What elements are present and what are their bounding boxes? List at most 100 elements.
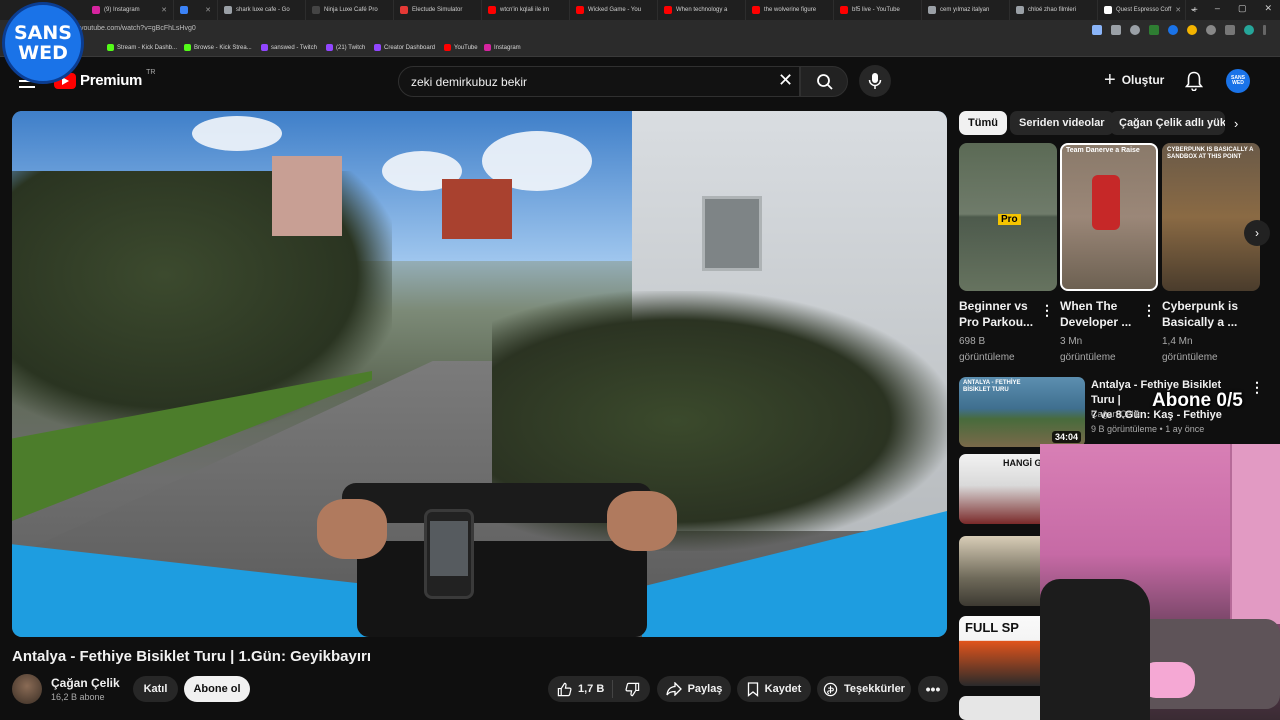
close-icon[interactable]: ✕	[205, 6, 211, 14]
video-cloud	[192, 116, 282, 151]
tab-label: the wolverine figure	[764, 7, 817, 13]
browser-tab-bar: (9) Instagram ✕ ✕ shark luxe cafe - Go Ni…	[0, 0, 1280, 20]
browser-tab[interactable]: shark luxe cafe - Go	[218, 0, 306, 20]
bookmark-item[interactable]: sanswed - Twitch	[261, 44, 317, 51]
bookmarks-bar: Stream - Kick Dashb... Browse - Kick Str…	[0, 42, 1280, 57]
browser-tab[interactable]: wtcn'in kqlali ile im	[482, 0, 570, 20]
views-label: görüntüleme	[959, 352, 1015, 363]
short-thumbnail[interactable]: CYBERPUNK IS BASICALLY A SANDBOX AT THIS…	[1162, 143, 1260, 291]
bookmark-item[interactable]: Creator Dashboard	[374, 44, 435, 51]
thumbs-down-icon	[625, 682, 640, 696]
cast-icon[interactable]	[1111, 25, 1121, 35]
bookmark-item[interactable]: Browse - Kick Strea...	[184, 44, 252, 51]
short-title[interactable]: Cyberpunk is Basically a ...	[1162, 298, 1252, 330]
bookmark-item[interactable]: Stream - Kick Dashb...	[107, 44, 177, 51]
more-vertical-icon[interactable]: ⋮	[1142, 302, 1156, 319]
bookmark-item[interactable]: Instagram	[484, 44, 521, 51]
video-player[interactable]	[12, 111, 947, 637]
tab-favicon-icon	[180, 6, 188, 14]
video-duration: 34:04	[1051, 431, 1081, 443]
short-thumbnail[interactable]: Team Danerve a Raise	[1060, 143, 1158, 291]
bookmark-item[interactable]: (21) Twitch	[326, 44, 365, 51]
browser-tab[interactable]: bf5 live - YouTube	[834, 0, 922, 20]
browser-tab[interactable]: cem yılmaz italyan	[922, 0, 1010, 20]
tab-favicon-icon	[312, 6, 320, 14]
like-button[interactable]: 1,7 B	[548, 680, 613, 698]
title-line: Pro Parkou...	[959, 315, 1034, 329]
voice-search-button[interactable]	[859, 65, 891, 97]
more-vertical-icon[interactable]: ⋮	[1040, 302, 1054, 319]
chip-channel-uploads[interactable]: Çağan Çelik adlı yükle	[1110, 111, 1225, 135]
browser-tab[interactable]: Ninja Luxe Café Pro	[306, 0, 394, 20]
short-thumbnail[interactable]: Pro	[959, 143, 1057, 291]
thumbnail-label: CYBERPUNK IS BASICALLY A SANDBOX AT THIS…	[1167, 147, 1254, 160]
account-avatar[interactable]: SANS WED	[1226, 69, 1250, 93]
instagram-icon	[484, 44, 491, 51]
twitch-icon	[374, 44, 381, 51]
tab-label: wtcn'in kqlali ile im	[500, 7, 550, 13]
save-button[interactable]: Kaydet	[737, 676, 811, 702]
tab-label: Wicked Game - You	[588, 7, 642, 13]
extension-icons	[1092, 25, 1266, 35]
bookmark-item[interactable]: YouTube	[444, 44, 478, 51]
extension-green-icon[interactable]	[1149, 25, 1159, 35]
menu-dots-icon[interactable]	[1263, 25, 1266, 35]
search-input[interactable]: zeki demirkubuz bekir	[398, 66, 800, 97]
clear-search-icon[interactable]: ✕	[778, 71, 793, 89]
chip-series[interactable]: Seriden videolar	[1010, 111, 1114, 135]
browser-tab[interactable]: Quest Espresso Coff ✕	[1098, 0, 1186, 20]
browser-tab[interactable]: chloé zhao filmleri	[1010, 0, 1098, 20]
video-thumbnail[interactable]: ANTALYA - FETHİYE BİSİKLET TURU 34:04	[959, 377, 1085, 447]
browser-tab[interactable]: When technology a	[658, 0, 746, 20]
google-icon[interactable]	[1092, 25, 1102, 35]
chevron-down-icon[interactable]: ⌄	[1189, 3, 1197, 14]
browser-tab[interactable]: (9) Instagram ✕	[86, 0, 174, 20]
recommended-channel[interactable]: Çağan Çelik	[1091, 409, 1140, 419]
star-icon[interactable]	[1130, 25, 1140, 35]
extension-teal-icon[interactable]	[1244, 25, 1254, 35]
thumbs-up-icon	[557, 682, 572, 696]
more-vertical-icon[interactable]: ⋮	[1250, 379, 1264, 396]
short-title[interactable]: Beginner vs Pro Parkou...	[959, 298, 1049, 330]
browser-tab[interactable]: the wolverine figure	[746, 0, 834, 20]
extension-yellow-icon[interactable]	[1187, 25, 1197, 35]
tab-favicon-icon	[752, 6, 760, 14]
share-button[interactable]: Paylaş	[657, 676, 731, 702]
puzzle-icon[interactable]	[1225, 25, 1235, 35]
tab-favicon-icon	[1104, 6, 1112, 14]
search-icon	[817, 74, 833, 90]
close-icon[interactable]: ✕	[1175, 6, 1181, 14]
more-actions-button[interactable]: •••	[918, 676, 948, 702]
youtube-premium-logo[interactable]: Premium TR	[54, 69, 155, 89]
join-button[interactable]: Katıl	[133, 676, 178, 702]
maximize-icon[interactable]: ▢	[1238, 3, 1247, 14]
close-icon[interactable]: ✕	[161, 6, 167, 14]
video-handlebar	[342, 483, 652, 523]
extension-gray-icon[interactable]	[1206, 25, 1216, 35]
browser-tab[interactable]: Wicked Game - You	[570, 0, 658, 20]
notifications-button[interactable]	[1184, 71, 1204, 96]
browser-tab[interactable]: ✕	[174, 0, 218, 20]
minimize-icon[interactable]: –	[1215, 3, 1220, 14]
short-title[interactable]: When The Developer ...	[1060, 298, 1150, 330]
channel-avatar[interactable]	[12, 674, 42, 704]
create-button[interactable]: + Oluştur	[1104, 70, 1165, 90]
dislike-button[interactable]	[613, 682, 640, 697]
subscriber-goal-overlay: Abone 0/5	[1152, 390, 1243, 411]
create-label: Oluştur	[1121, 73, 1165, 87]
chevron-right-icon[interactable]: ›	[1234, 116, 1238, 131]
chip-all[interactable]: Tümü	[959, 111, 1007, 135]
url-field[interactable]: youtube.com/watch?v=gBcFhLsHvg0	[80, 25, 196, 32]
tab-label: shark luxe cafe - Go	[236, 7, 290, 13]
shorts-next-button[interactable]: ›	[1244, 220, 1270, 246]
extension-blue-icon[interactable]	[1168, 25, 1178, 35]
tab-favicon-icon	[1016, 6, 1024, 14]
close-icon[interactable]: ✕	[1264, 3, 1272, 14]
like-count: 1,7 B	[578, 683, 605, 695]
channel-name[interactable]: Çağan Çelik	[51, 676, 120, 690]
thanks-button[interactable]: Teşekkürler	[817, 676, 911, 702]
subscribe-button[interactable]: Abone ol	[184, 676, 250, 702]
search-button[interactable]	[800, 66, 848, 97]
browser-tab[interactable]: Electude Simulator	[394, 0, 482, 20]
bookmark-label: Browse - Kick Strea...	[194, 44, 252, 51]
